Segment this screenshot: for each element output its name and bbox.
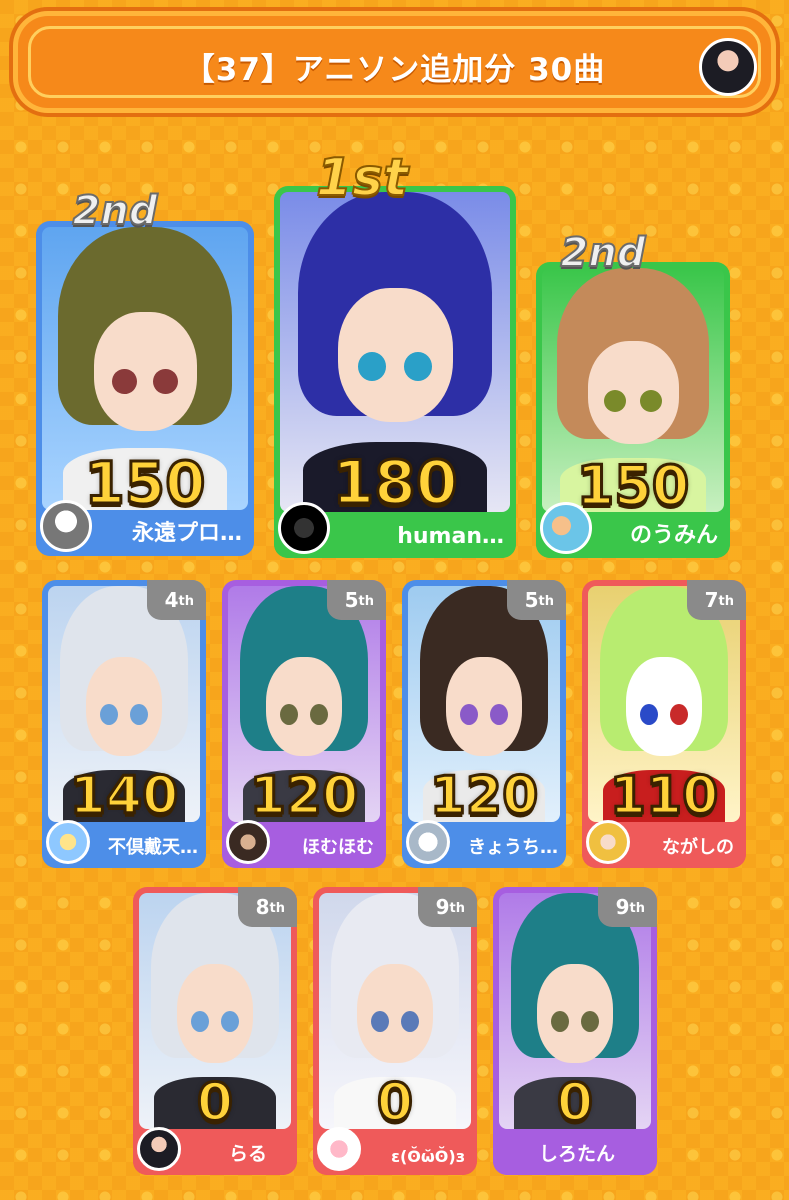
player-card-rank-8[interactable]: 0 らる 8th [133, 887, 297, 1175]
rank-tag: 5th [506, 580, 566, 620]
player-avatar [540, 502, 592, 554]
name-bar: のうみん [536, 502, 730, 558]
player-avatar [226, 820, 270, 864]
score: 0 [195, 1072, 234, 1135]
player-name: ε(ʘ̆ω̆ʘ̆)з [391, 1147, 465, 1166]
player-avatar [586, 820, 630, 864]
name-bar: ほむほむ [222, 820, 386, 868]
rank-badge-2nd: 2nd [560, 229, 647, 277]
name-bar: ε(ʘ̆ω̆ʘ̆)з [313, 1127, 477, 1175]
score: 110 [608, 765, 720, 828]
score: 140 [68, 765, 180, 828]
name-bar: しろたん [493, 1129, 657, 1175]
player-card-rank-9a[interactable]: 0 ε(ʘ̆ω̆ʘ̆)з 9th [313, 887, 477, 1175]
rank-tag: 5th [326, 580, 386, 620]
rank-badge-2nd: 2nd [72, 187, 159, 235]
player-avatar [46, 820, 90, 864]
page-title: 【37】アニソン追加分 30曲 [183, 52, 606, 88]
player-card-rank-5a[interactable]: 120 ほむほむ 5th [222, 580, 386, 868]
score: 0 [555, 1072, 594, 1135]
host-avatar[interactable] [699, 38, 757, 96]
name-bar: human… [274, 502, 516, 558]
name-bar: 不倶戴天… [42, 820, 206, 868]
player-card-rank-4[interactable]: 140 不倶戴天… 4th [42, 580, 206, 868]
player-name: human… [397, 524, 504, 549]
player-avatar [317, 1127, 361, 1171]
rank-tag: 9th [597, 887, 657, 927]
rank-badge-1st: 1st [315, 147, 409, 209]
player-name: 永遠プロ… [131, 521, 242, 546]
name-bar: らる [133, 1127, 297, 1175]
player-card-rank-9b[interactable]: 0 しろたん 9th [493, 887, 657, 1175]
player-name: ほむほむ [302, 837, 374, 858]
score: 0 [375, 1072, 414, 1135]
player-avatar [137, 1127, 181, 1171]
title-bar: 【37】アニソン追加分 30曲 [18, 16, 771, 108]
player-card-rank-2-right[interactable]: 150 のうみん [536, 262, 730, 558]
player-card-rank-1[interactable]: 180 human… [274, 186, 516, 558]
player-card-rank-7[interactable]: 110 ながしの 7th [582, 580, 746, 868]
score: 120 [428, 765, 540, 828]
player-avatar [278, 502, 330, 554]
name-bar: 永遠プロ… [36, 500, 254, 556]
rank-tag: 8th [237, 887, 297, 927]
player-card-rank-5b[interactable]: 120 きょうち… 5th [402, 580, 566, 868]
player-avatar [40, 500, 92, 552]
player-name: らる [228, 1143, 267, 1165]
rank-tag: 9th [417, 887, 477, 927]
player-card-rank-2-left[interactable]: 150 永遠プロ… [36, 221, 254, 556]
rank-tag: 7th [686, 580, 746, 620]
player-name: のうみん [629, 523, 718, 548]
player-avatar [406, 820, 450, 864]
player-name: ながしの [662, 837, 734, 858]
rank-tag: 4th [146, 580, 206, 620]
player-name: きょうち… [468, 837, 558, 858]
player-name: しろたん [538, 1143, 615, 1165]
score: 120 [248, 765, 360, 828]
name-bar: きょうち… [402, 820, 566, 868]
name-bar: ながしの [582, 820, 746, 868]
player-name: 不倶戴天… [108, 837, 198, 858]
